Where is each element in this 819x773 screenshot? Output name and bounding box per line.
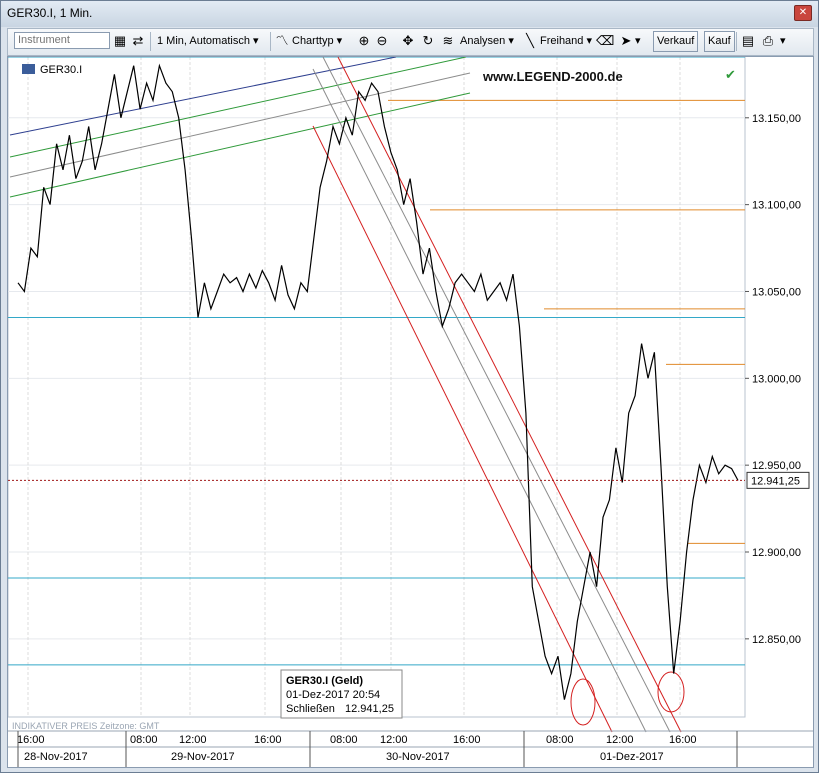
tooltip-close-value: 12.941,25 [345, 703, 394, 715]
day-label: 30-Nov-2017 [386, 751, 450, 763]
day-label: 01-Dez-2017 [600, 751, 664, 763]
window-title: GER30.I, 1 Min. [7, 6, 93, 20]
pan-icon[interactable]: ✥ [400, 33, 416, 49]
day-label: 28-Nov-2017 [24, 751, 88, 763]
y-tick-label: 12.850,00 [752, 634, 801, 646]
eraser-icon[interactable]: ⌫ [596, 33, 614, 49]
x-tick-label: 16:00 [669, 734, 697, 746]
y-tick-label: 13.050,00 [752, 286, 801, 298]
chevron-down-icon: ▾ [508, 35, 514, 47]
x-tick-label: 12:00 [380, 734, 408, 746]
analysen-label: Analysen [460, 35, 506, 47]
chart-window: GER30.I, 1 Min. ✕ ▦ ⇄ 1 Min, Automatisch… [0, 0, 819, 773]
x-tick-label: 08:00 [130, 734, 158, 746]
chart-area[interactable]: 13.150,00 13.100,00 13.050,00 13.000,00 12.9… [7, 56, 814, 768]
chevron-down-icon: ▾ [253, 35, 259, 47]
checkmark-icon: ✔ [725, 67, 736, 82]
chevron-down-icon[interactable]: ▾ [780, 32, 786, 51]
plot-area[interactable] [7, 56, 746, 718]
analysen-dropdown[interactable]: Analysen ▾ [460, 32, 514, 51]
x-tick-label: 08:00 [546, 734, 574, 746]
toolbar-separator [150, 32, 151, 51]
chart-toolbar: ▦ ⇄ 1 Min, Automatisch ▾ 〽 Charttyp ▾ ⊕ … [7, 28, 814, 56]
y-tick-label: 13.000,00 [752, 373, 801, 385]
price-tag-label: 12.941,25 [751, 475, 800, 487]
title-bar[interactable]: GER30.I, 1 Min. ✕ [1, 1, 818, 27]
timeframe-label: 1 Min, Automatisch [157, 35, 250, 47]
toolbar-separator [736, 32, 737, 51]
y-tick-label: 13.150,00 [752, 113, 801, 125]
chevron-down-icon: ▾ [336, 35, 343, 47]
cursor-icon[interactable]: ➤ [618, 33, 634, 49]
timeframe-dropdown[interactable]: 1 Min, Automatisch ▾ [157, 32, 259, 51]
instrument-lookup-icon[interactable]: ▦ [112, 33, 128, 49]
x-tick-label: 12:00 [606, 734, 634, 746]
day-label: 29-Nov-2017 [171, 751, 235, 763]
tooltip-close-label: Schließen [286, 703, 335, 715]
x-tick-label: 16:00 [254, 734, 282, 746]
y-tick-label: 12.950,00 [752, 460, 801, 472]
tooltip-title: GER30.I (Geld) [286, 675, 363, 687]
line-chart-icon: 〽 [275, 33, 289, 48]
freihand-dropdown[interactable]: Freihand ▾ [540, 32, 592, 51]
analysis-icon: ≋ [442, 33, 454, 48]
compare-icon[interactable]: ⇄ [130, 33, 146, 49]
instrument-input[interactable] [14, 32, 110, 49]
trendline-icon: ╲ [526, 33, 534, 48]
chart-settings-icon[interactable]: ▤ [740, 33, 756, 49]
charttype-label: Charttyp [292, 35, 334, 47]
watermark-text: www.LEGEND-2000.de [482, 69, 623, 84]
tooltip-box: GER30.I (Geld) 01-Dez-2017 20:54 Schließ… [280, 669, 403, 719]
charttype-dropdown[interactable]: Charttyp ▾ [292, 32, 342, 51]
zoom-out-icon[interactable]: ⊖ [374, 33, 390, 49]
close-icon[interactable]: ✕ [794, 5, 812, 21]
y-tick-label: 13.100,00 [752, 200, 801, 212]
toolbar-separator [270, 32, 271, 51]
buy-button[interactable]: Kauf [704, 31, 735, 52]
tooltip-date: 01-Dez-2017 20:54 [286, 689, 380, 701]
print-icon[interactable]: ⎙ [760, 33, 776, 49]
chevron-down-icon: ▾ [586, 35, 593, 47]
x-tick-label: 08:00 [330, 734, 358, 746]
x-tick-label: 16:00 [17, 734, 45, 746]
x-tick-label: 12:00 [179, 734, 207, 746]
freihand-label: Freihand [540, 35, 584, 47]
footer-note: INDIKATIVER PREIS Zeitzone: GMT [12, 721, 160, 731]
zoom-in-icon[interactable]: ⊕ [356, 33, 372, 49]
symbol-flag-icon [22, 64, 35, 74]
chevron-down-icon[interactable]: ▾ [635, 32, 641, 51]
x-tick-label: 16:00 [453, 734, 481, 746]
y-tick-label: 12.900,00 [752, 547, 801, 559]
sell-button[interactable]: Verkauf [653, 31, 699, 52]
symbol-label: GER30.I [40, 64, 82, 76]
price-chart[interactable]: 13.150,00 13.100,00 13.050,00 13.000,00 12.9… [7, 56, 813, 767]
refresh-icon[interactable]: ↻ [420, 33, 436, 49]
